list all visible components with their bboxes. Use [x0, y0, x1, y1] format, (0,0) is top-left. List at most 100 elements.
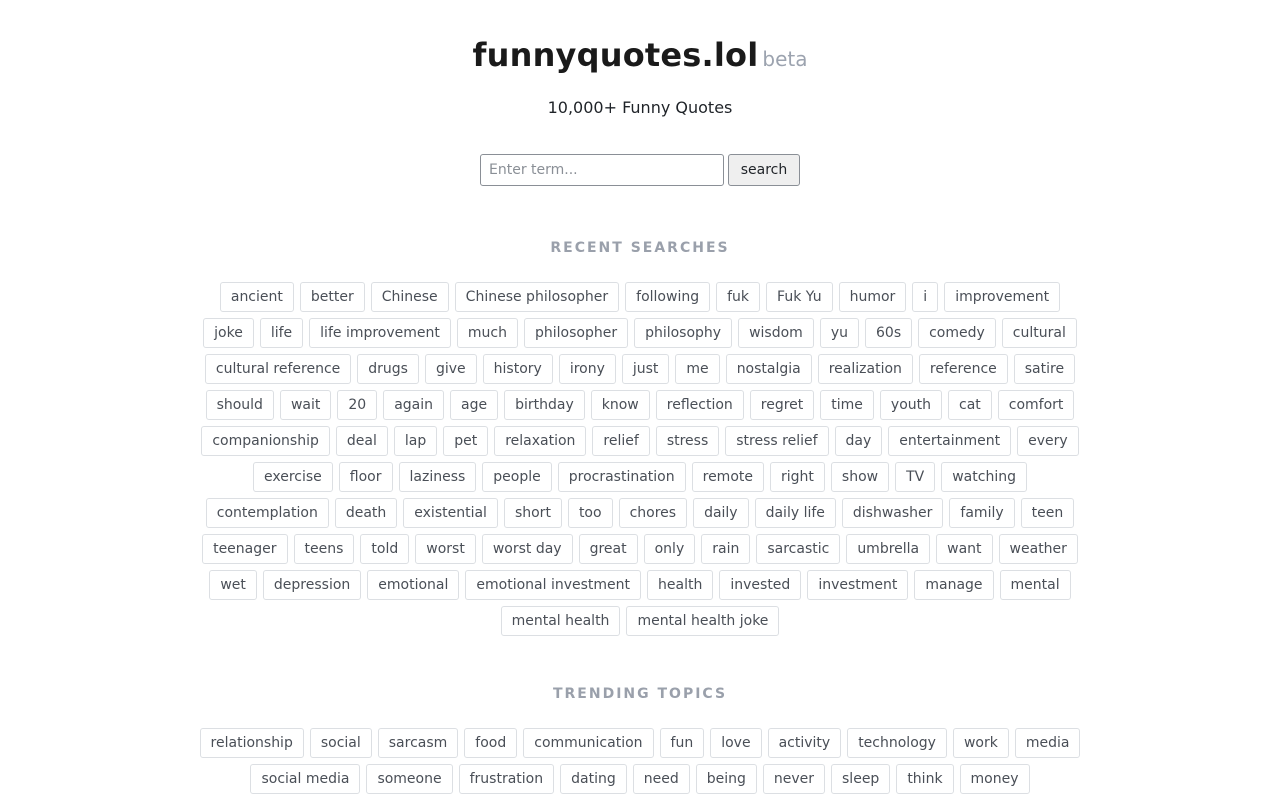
recent-search-tag[interactable]: life: [259, 318, 304, 348]
recent-search-tag[interactable]: teen: [1020, 498, 1075, 528]
recent-search-tag[interactable]: short: [503, 498, 562, 528]
trending-topic-tag[interactable]: someone: [366, 764, 453, 794]
recent-search-tag[interactable]: family: [949, 498, 1015, 528]
recent-search-tag[interactable]: TV: [895, 462, 936, 492]
recent-search-tag[interactable]: comfort: [997, 390, 1075, 420]
recent-search-tag[interactable]: procrastination: [557, 462, 686, 492]
recent-search-tag[interactable]: mental health joke: [626, 606, 780, 636]
trending-topic-tag[interactable]: technology: [847, 728, 947, 758]
search-input[interactable]: [480, 154, 724, 186]
recent-search-tag[interactable]: manage: [914, 570, 994, 600]
recent-search-tag[interactable]: cultural reference: [204, 354, 352, 384]
trending-topic-tag[interactable]: work: [952, 728, 1009, 758]
recent-search-tag[interactable]: wait: [279, 390, 332, 420]
recent-search-tag[interactable]: sarcastic: [756, 534, 841, 564]
recent-search-tag[interactable]: Chinese: [370, 282, 449, 312]
trending-topic-tag[interactable]: being: [695, 764, 757, 794]
recent-search-tag[interactable]: yu: [819, 318, 859, 348]
search-button[interactable]: search: [728, 154, 800, 186]
recent-search-tag[interactable]: teenager: [202, 534, 288, 564]
recent-search-tag[interactable]: people: [482, 462, 552, 492]
recent-search-tag[interactable]: mental health: [500, 606, 621, 636]
recent-search-tag[interactable]: floor: [338, 462, 393, 492]
recent-search-tag[interactable]: know: [590, 390, 650, 420]
trending-topic-tag[interactable]: fun: [659, 728, 705, 758]
recent-search-tag[interactable]: teens: [293, 534, 355, 564]
recent-search-tag[interactable]: time: [820, 390, 874, 420]
recent-search-tag[interactable]: realization: [817, 354, 913, 384]
trending-topic-tag[interactable]: dating: [560, 764, 627, 794]
recent-search-tag[interactable]: show: [830, 462, 890, 492]
recent-search-tag[interactable]: Fuk Yu: [766, 282, 833, 312]
recent-search-tag[interactable]: give: [424, 354, 477, 384]
recent-search-tag[interactable]: following: [625, 282, 711, 312]
recent-search-tag[interactable]: only: [643, 534, 696, 564]
recent-search-tag[interactable]: reference: [918, 354, 1008, 384]
recent-search-tag[interactable]: reflection: [655, 390, 744, 420]
recent-search-tag[interactable]: wet: [209, 570, 257, 600]
recent-search-tag[interactable]: deal: [335, 426, 388, 456]
recent-search-tag[interactable]: daily life: [754, 498, 836, 528]
recent-search-tag[interactable]: companionship: [201, 426, 330, 456]
recent-search-tag[interactable]: age: [450, 390, 499, 420]
recent-search-tag[interactable]: birthday: [504, 390, 585, 420]
recent-search-tag[interactable]: life improvement: [309, 318, 451, 348]
trending-topic-tag[interactable]: love: [710, 728, 762, 758]
recent-search-tag[interactable]: relief: [592, 426, 650, 456]
recent-search-tag[interactable]: dishwasher: [841, 498, 944, 528]
recent-search-tag[interactable]: drugs: [357, 354, 419, 384]
recent-search-tag[interactable]: great: [578, 534, 638, 564]
recent-search-tag[interactable]: satire: [1013, 354, 1076, 384]
recent-search-tag[interactable]: humor: [838, 282, 907, 312]
recent-search-tag[interactable]: again: [383, 390, 445, 420]
recent-search-tag[interactable]: youth: [879, 390, 943, 420]
trending-topic-tag[interactable]: food: [464, 728, 518, 758]
recent-search-tag[interactable]: right: [770, 462, 825, 492]
recent-search-tag[interactable]: weather: [998, 534, 1078, 564]
recent-search-tag[interactable]: existential: [403, 498, 498, 528]
recent-search-tag[interactable]: told: [360, 534, 410, 564]
recent-search-tag[interactable]: contemplation: [205, 498, 329, 528]
recent-search-tag[interactable]: emotional: [367, 570, 460, 600]
trending-topic-tag[interactable]: relationship: [199, 728, 304, 758]
recent-search-tag[interactable]: wisdom: [738, 318, 814, 348]
recent-search-tag[interactable]: stress: [655, 426, 720, 456]
recent-search-tag[interactable]: cultural: [1001, 318, 1077, 348]
trending-topic-tag[interactable]: think: [896, 764, 954, 794]
recent-search-tag[interactable]: death: [334, 498, 398, 528]
recent-search-tag[interactable]: regret: [749, 390, 815, 420]
recent-search-tag[interactable]: worst day: [481, 534, 573, 564]
recent-search-tag[interactable]: comedy: [918, 318, 996, 348]
recent-search-tag[interactable]: entertainment: [888, 426, 1012, 456]
recent-search-tag[interactable]: irony: [558, 354, 616, 384]
recent-search-tag[interactable]: 20: [337, 390, 378, 420]
recent-search-tag[interactable]: cat: [948, 390, 992, 420]
recent-search-tag[interactable]: stress relief: [725, 426, 829, 456]
recent-search-tag[interactable]: should: [205, 390, 274, 420]
recent-search-tag[interactable]: worst: [415, 534, 476, 564]
recent-search-tag[interactable]: daily: [693, 498, 749, 528]
recent-search-tag[interactable]: philosophy: [634, 318, 733, 348]
recent-search-tag[interactable]: just: [621, 354, 670, 384]
recent-search-tag[interactable]: relaxation: [494, 426, 587, 456]
trending-topic-tag[interactable]: need: [632, 764, 690, 794]
recent-search-tag[interactable]: i: [912, 282, 939, 312]
recent-search-tag[interactable]: mental: [999, 570, 1071, 600]
trending-topic-tag[interactable]: sarcasm: [377, 728, 459, 758]
recent-search-tag[interactable]: watching: [941, 462, 1027, 492]
recent-search-tag[interactable]: laziness: [398, 462, 477, 492]
recent-search-tag[interactable]: lap: [393, 426, 438, 456]
recent-search-tag[interactable]: chores: [618, 498, 688, 528]
trending-topic-tag[interactable]: sleep: [831, 764, 891, 794]
recent-search-tag[interactable]: every: [1017, 426, 1079, 456]
recent-search-tag[interactable]: emotional investment: [465, 570, 642, 600]
recent-search-tag[interactable]: invested: [719, 570, 802, 600]
recent-search-tag[interactable]: nostalgia: [725, 354, 812, 384]
site-title[interactable]: funnyquotes.lol: [472, 36, 758, 74]
recent-search-tag[interactable]: much: [456, 318, 518, 348]
recent-search-tag[interactable]: umbrella: [846, 534, 931, 564]
recent-search-tag[interactable]: ancient: [219, 282, 294, 312]
trending-topic-tag[interactable]: communication: [523, 728, 654, 758]
recent-search-tag[interactable]: improvement: [944, 282, 1061, 312]
recent-search-tag[interactable]: pet: [443, 426, 489, 456]
